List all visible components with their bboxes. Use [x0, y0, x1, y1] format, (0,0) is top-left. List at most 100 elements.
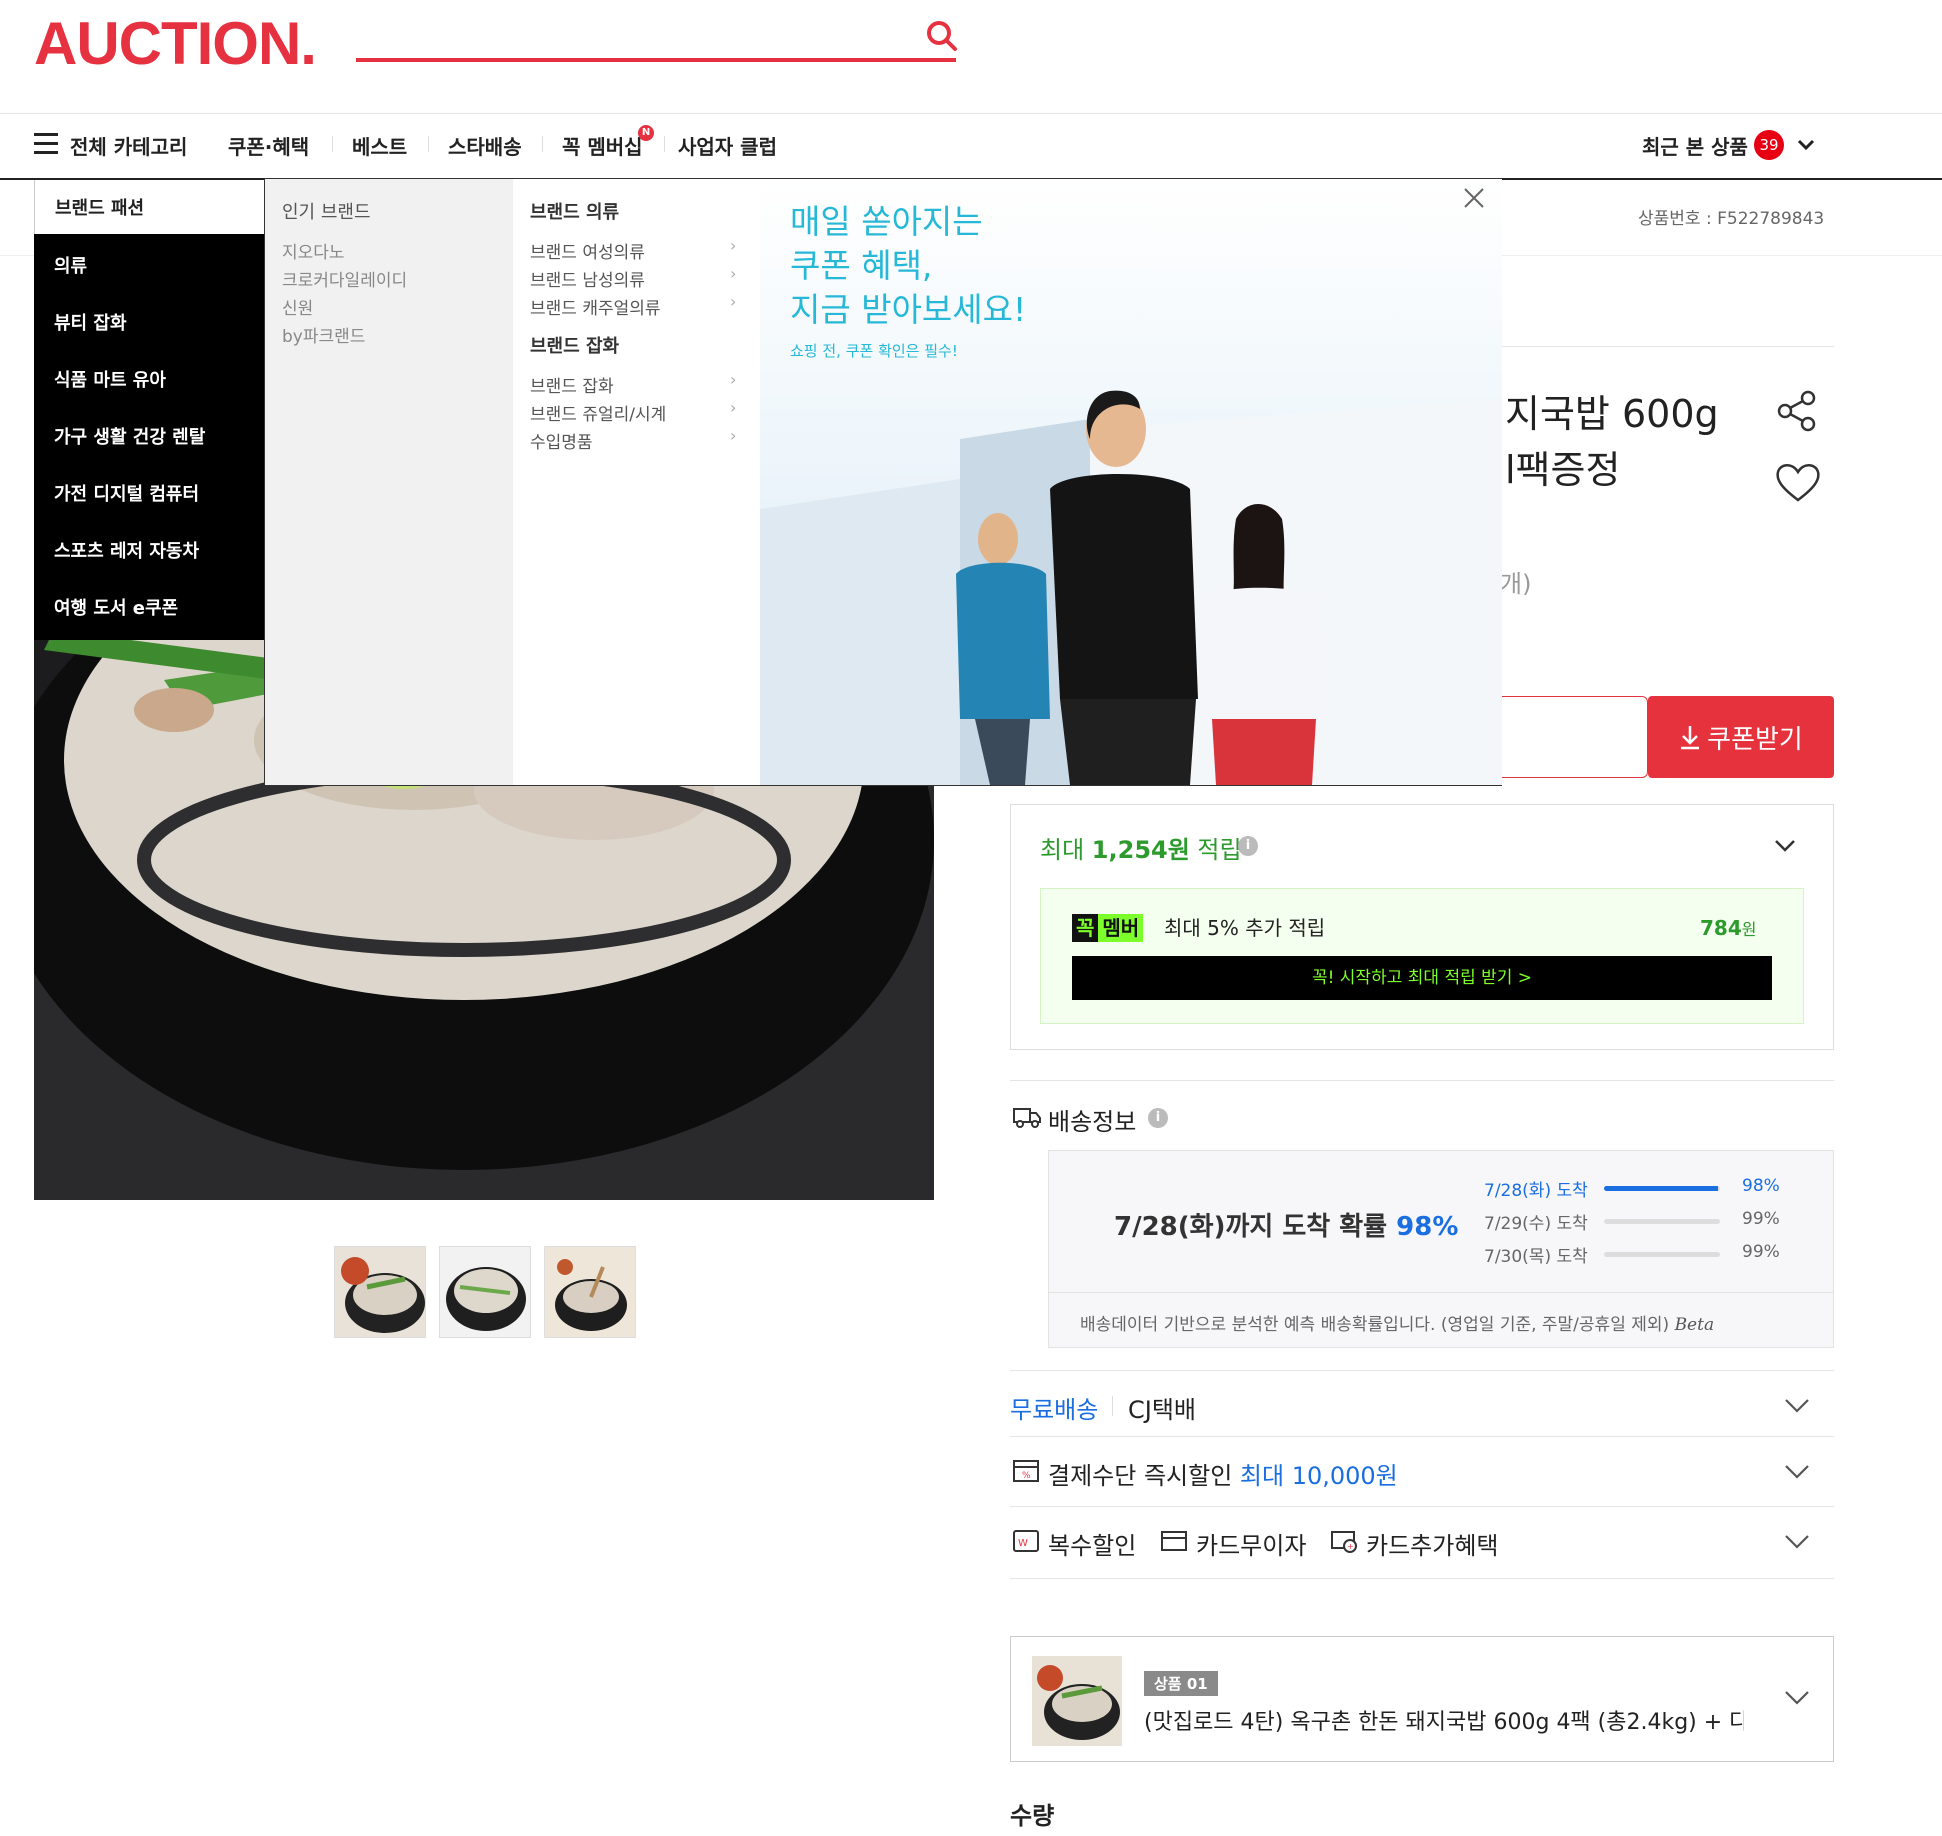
svg-text:%: %	[1022, 1471, 1031, 1481]
product-title-line: l팩증정	[1505, 448, 1621, 492]
category-item-brand-fashion[interactable]: 브랜드 패션	[34, 180, 264, 234]
nav-coupon-benefit[interactable]: 쿠폰·혜택	[228, 131, 309, 160]
promo-subtitle: 쇼핑 전, 쿠폰 확인은 필수!	[790, 342, 958, 360]
info-icon[interactable]: i	[1238, 836, 1258, 856]
info-icon[interactable]: i	[1148, 1108, 1168, 1128]
promo-title-line: 쿠폰 혜택,	[790, 246, 933, 285]
thumbnail-image[interactable]	[544, 1246, 636, 1338]
arrival-text: 7/28(화)까지 도착 확률	[1114, 1212, 1397, 1242]
header-divider	[0, 113, 1942, 114]
search-icon[interactable]	[924, 18, 960, 54]
member-tag-m: 멤버	[1098, 914, 1144, 942]
promo-title-line: 지금 받아보세요!	[790, 290, 1027, 329]
chevron-right-icon: ›	[730, 236, 737, 255]
subcategory-link[interactable]: 브랜드 쥬얼리/시계	[530, 400, 666, 425]
subcategory-link[interactable]: 수입명품	[530, 428, 593, 453]
chevron-right-icon: ›	[730, 264, 737, 283]
nav-best[interactable]: 베스트	[352, 131, 407, 160]
subcategory-link[interactable]: 브랜드 잡화	[530, 372, 614, 397]
recent-count-badge: 39	[1754, 130, 1784, 160]
card-extra-benefit[interactable]: 카드추가혜택	[1366, 1526, 1498, 1561]
subcategory-link[interactable]: 브랜드 남성의류	[530, 266, 645, 291]
share-icon[interactable]	[1774, 388, 1820, 434]
brand-link[interactable]: 지오다노	[282, 238, 345, 263]
option-tag: 상품 01	[1144, 1671, 1218, 1696]
option-name: (맛집로드 4탄) 옥구촌 한돈 돼지국밥 600g 4팩 (총2.4kg) +…	[1144, 1710, 1744, 1735]
nav-separator	[332, 136, 333, 152]
brand-link[interactable]: by파크랜드	[282, 322, 365, 347]
category-item-beauty[interactable]: 뷰티 잡화	[54, 309, 127, 335]
multi-discount[interactable]: 복수할인	[1048, 1526, 1136, 1561]
nav-separator	[428, 136, 429, 152]
card-icon	[1161, 1531, 1187, 1551]
arrival-date: 7/30(목) 도착	[1484, 1247, 1588, 1267]
card-discount-icon: %	[1013, 1460, 1039, 1482]
arrival-note-text: 배송데이터 기반으로 분석한 예측 배송확률입니다. (영업일 기준, 주말/공…	[1080, 1315, 1670, 1335]
nav-membership[interactable]: 꼭 멤버십	[562, 131, 643, 160]
instant-discount-amount: 최대 10,000원	[1239, 1462, 1398, 1490]
subcategory-heading[interactable]: 브랜드 의류	[530, 198, 619, 224]
points-suffix: 적립	[1189, 836, 1242, 864]
product-title-line: 지국밥 600g	[1505, 392, 1719, 436]
arrival-pct: 99%	[1742, 1242, 1780, 1262]
arrival-probability: 7/28(화)까지 도착 확률 98%	[1114, 1206, 1458, 1243]
category-item-food[interactable]: 식품 마트 유아	[54, 366, 166, 392]
heart-icon[interactable]	[1774, 460, 1822, 504]
chevron-down-icon[interactable]	[1796, 134, 1816, 154]
promo-title: 매일 쏟아지는 쿠폰 혜택, 지금 받아보세요!	[790, 200, 1026, 332]
category-item-sports[interactable]: 스포츠 레저 자동차	[54, 537, 199, 563]
category-label: 브랜드 패션	[55, 198, 145, 219]
chevron-down-icon[interactable]	[1772, 832, 1798, 858]
nav-star-delivery[interactable]: 스타배송	[448, 131, 522, 160]
category-item-electronics[interactable]: 가전 디지털 컴퓨터	[54, 480, 199, 506]
max-points: 최대 1,254원 적립	[1040, 830, 1242, 865]
brand-link[interactable]: 크로커다일레이디	[282, 266, 407, 291]
thumbnail-image[interactable]	[334, 1246, 426, 1338]
search-input[interactable]	[356, 58, 956, 62]
nav-separator	[664, 136, 665, 152]
arrival-pct: 98%	[1396, 1212, 1459, 1242]
new-badge: N	[638, 125, 654, 141]
member-start-button[interactable]: 꼭! 시작하고 최대 적립 받기 >	[1072, 956, 1772, 1000]
coupon-field[interactable]	[1480, 696, 1648, 778]
chevron-right-icon: ›	[730, 292, 737, 311]
brand-link[interactable]: 신원	[282, 294, 313, 319]
divider	[1010, 1370, 1834, 1371]
category-item-clothing[interactable]: 의류	[54, 252, 87, 278]
shipping-info-title: 배송정보	[1048, 1108, 1137, 1136]
free-delivery: 무료배송	[1010, 1396, 1099, 1424]
instant-discount-label: 결제수단 즉시할인	[1048, 1462, 1240, 1490]
divider	[1048, 1292, 1834, 1293]
nav-all-category[interactable]: 전체 카테고리	[70, 131, 187, 160]
subcategory-link[interactable]: 브랜드 캐주얼의류	[530, 294, 661, 319]
recent-products[interactable]: 최근 본 상품	[1642, 131, 1748, 160]
selected-option-box[interactable]	[1010, 1636, 1834, 1762]
nav-business-club[interactable]: 사업자 클럽	[678, 131, 777, 160]
card-interest-free[interactable]: 카드무이자	[1196, 1526, 1306, 1561]
category-item-furniture[interactable]: 가구 생활 건강 렌탈	[54, 423, 205, 449]
svg-text:W: W	[1018, 1538, 1028, 1549]
arrival-date: 7/28(화) 도착	[1484, 1181, 1588, 1201]
coupon-download-button[interactable]: 쿠폰받기	[1648, 696, 1834, 778]
thumbnail-image[interactable]	[439, 1246, 531, 1338]
product-number: 상품번호 : F522789843	[1638, 209, 1825, 229]
arrival-date: 7/29(수) 도착	[1484, 1214, 1588, 1234]
chevron-down-icon[interactable]	[1782, 1682, 1812, 1712]
category-item-travel[interactable]: 여행 도서 e쿠폰	[54, 594, 178, 620]
chevron-right-icon: ›	[730, 426, 737, 445]
chevron-down-icon[interactable]	[1782, 1526, 1812, 1556]
hamburger-icon[interactable]	[34, 133, 58, 157]
arrival-bar	[1604, 1252, 1720, 1257]
arrival-bar	[1604, 1186, 1720, 1191]
promo-title-line: 매일 쏟아지는	[790, 202, 983, 241]
chevron-down-icon[interactable]	[1782, 1456, 1812, 1486]
chevron-right-icon: ›	[730, 370, 737, 389]
subcategory-link[interactable]: 브랜드 여성의류	[530, 238, 645, 263]
separator	[1112, 1396, 1113, 1416]
chevron-down-icon[interactable]	[1782, 1390, 1812, 1420]
divider	[1010, 1578, 1834, 1579]
points-prefix: 최대	[1040, 836, 1092, 864]
subcategory-heading[interactable]: 브랜드 잡화	[530, 332, 619, 358]
auction-logo[interactable]: AUCTION.	[34, 12, 317, 76]
close-icon[interactable]	[1462, 186, 1486, 210]
